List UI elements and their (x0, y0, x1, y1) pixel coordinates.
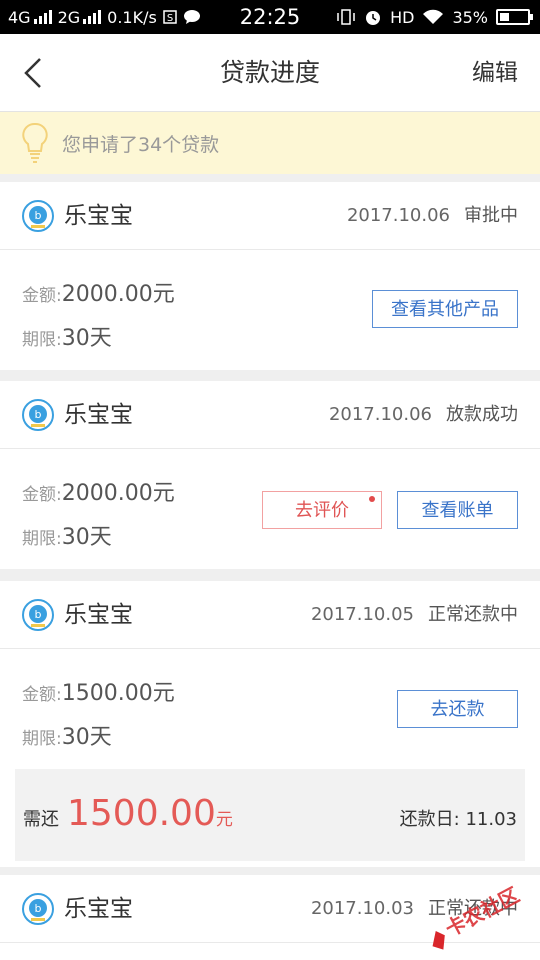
battery-icon (496, 9, 533, 25)
loan-date: 2017.10.03 (310, 898, 414, 919)
amount-label: 金额: (22, 286, 62, 306)
loan-meta: 2017.10.06 审批中 (347, 182, 518, 250)
term-row: 期限:30天 (22, 320, 112, 352)
loan-status: 审批中 (464, 205, 518, 226)
view-other-products-button[interactable]: 查看其他产品 (372, 290, 518, 328)
lebaobao-logo-icon: b (22, 599, 54, 631)
amount-value: 2000.00元 (61, 481, 175, 506)
loan-card-body: 金额:2000.00元 期限:30天 去评价 查看账单 (0, 449, 540, 569)
repay-label: 需还 (23, 809, 59, 830)
repay-summary: 需还 1500.00元 还款日: 11.03 (15, 769, 525, 861)
term-row: 期限:30天 (22, 519, 112, 551)
lightbulb-icon (22, 122, 48, 163)
loan-date: 2017.10.06 (328, 404, 432, 425)
svg-text:b: b (35, 608, 42, 621)
repay-amount-value: 1500.00 (67, 793, 216, 834)
repay-amount: 1500.00元 (67, 793, 233, 834)
loan-card-header: b 乐宝宝 2017.10.06 放款成功 (0, 381, 540, 449)
term-label: 期限: (22, 330, 62, 350)
term-label: 期限: (22, 529, 62, 549)
review-button-label: 去评价 (295, 500, 349, 521)
term-label: 期限: (22, 729, 62, 749)
amount-value: 1500.00元 (61, 681, 175, 706)
product-name: 乐宝宝 (64, 203, 133, 229)
loan-card: b 乐宝宝 2017.10.05 正常还款中 金额:1500.00元 期限:30天… (0, 581, 540, 867)
repay-button[interactable]: 去还款 (397, 690, 518, 728)
product-name: 乐宝宝 (64, 896, 133, 922)
loan-date: 2017.10.06 (346, 205, 450, 226)
amount-label: 金额: (22, 485, 62, 505)
term-value: 30天 (61, 525, 112, 550)
hd-indicator: HD (390, 7, 415, 27)
loan-meta: 2017.10.06 放款成功 (329, 381, 518, 449)
watermark-text: 卡农社区 (441, 883, 523, 942)
amount-row: 金额:2000.00元 (22, 276, 175, 308)
term-value: 30天 (61, 725, 112, 750)
view-bill-button[interactable]: 查看账单 (397, 491, 518, 529)
notice-text: 您申请了34个贷款 (62, 133, 220, 156)
repay-due-date: 还款日: 11.03 (399, 809, 517, 830)
notification-dot (369, 496, 375, 502)
svg-text:b: b (35, 408, 42, 421)
term-value: 30天 (61, 326, 112, 351)
lebaobao-logo-icon: b (22, 200, 54, 232)
repay-amount-unit: 元 (215, 810, 233, 830)
term-row: 期限:30天 (22, 719, 112, 751)
product-name: 乐宝宝 (64, 602, 133, 628)
lebaobao-logo-icon: b (22, 399, 54, 431)
amount-row: 金额:2000.00元 (22, 475, 175, 507)
loan-meta: 2017.10.05 正常还款中 (311, 581, 518, 649)
product-name: 乐宝宝 (64, 402, 133, 428)
status-right: HD 35% (336, 0, 533, 34)
status-bar: 4G 2G 0.1K/s S 22:25 HD 35% (0, 0, 540, 34)
loan-status: 放款成功 (446, 404, 518, 425)
loan-card-header: b 乐宝宝 2017.10.06 审批中 (0, 182, 540, 250)
wifi-icon (423, 9, 444, 24)
amount-label: 金额: (22, 685, 62, 705)
svg-text:b: b (35, 902, 42, 915)
loan-date: 2017.10.05 (310, 604, 414, 625)
loan-card-body: 金额:2000.00元 期限:30天 查看其他产品 (0, 250, 540, 370)
loan-card-header: b 乐宝宝 2017.10.05 正常还款中 (0, 581, 540, 649)
amount-row: 金额:1500.00元 (22, 675, 175, 707)
page-title: 贷款进度 (219, 58, 320, 87)
amount-value: 2000.00元 (61, 282, 175, 307)
review-button[interactable]: 去评价 (262, 491, 382, 529)
battery-percent: 35% (452, 7, 488, 27)
vibrate-icon (337, 9, 355, 25)
svg-text:b: b (35, 209, 42, 222)
notice-banner: 您申请了34个贷款 (0, 112, 540, 174)
loan-card: b 乐宝宝 2017.10.06 审批中 金额:2000.00元 期限:30天 查… (0, 182, 540, 370)
nav-header: 贷款进度 编辑 (0, 34, 540, 112)
loan-card: b 乐宝宝 2017.10.06 放款成功 金额:2000.00元 期限:30天 … (0, 381, 540, 569)
loan-status: 正常还款中 (428, 604, 518, 625)
edit-button[interactable]: 编辑 (472, 34, 518, 112)
watermark-logo: 卡农社区 (432, 883, 523, 950)
alarm-icon (366, 11, 381, 25)
lebaobao-logo-icon: b (22, 893, 54, 925)
loan-card-body: 金额:1500.00元 期限:30天 去还款 (0, 649, 540, 769)
